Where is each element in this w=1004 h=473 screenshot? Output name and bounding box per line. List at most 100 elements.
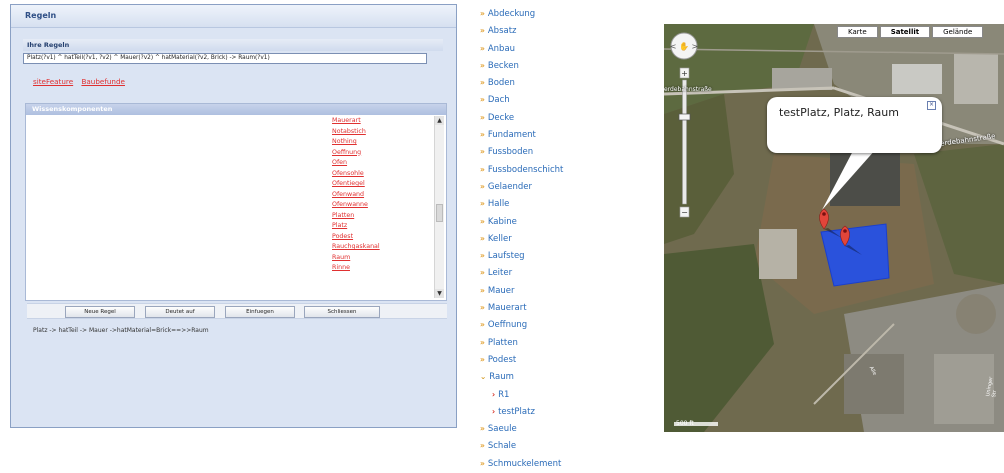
double-chevron-icon: » [480,95,485,105]
tree-item[interactable]: » Saeule [480,420,630,437]
close-button[interactable]: Schliessen [304,306,380,318]
link-row: siteFeature Baubefunde [33,77,443,86]
scroll-thumb[interactable] [436,204,443,222]
rules-label: Ihre Regeln [23,39,443,51]
list-item[interactable]: Mauerart [332,116,428,127]
tree-item[interactable]: » Podest [480,351,630,368]
tree-item[interactable]: » Becken [480,57,630,74]
tree-item-label: Schmuckelement [487,458,562,469]
tree-item[interactable]: » Fussbodenschicht [480,161,630,178]
info-window-text: testPlatz, Platz, Raum [779,106,899,119]
knowledge-components-box: Wissenskomponenten Mauerart Notabstich N… [25,103,447,301]
list-item[interactable]: Ofentiegel [332,179,428,190]
info-close-icon[interactable]: × [927,101,936,110]
double-chevron-icon: » [480,320,485,330]
tree-item-label: Mauer [487,285,515,296]
list-item[interactable]: Ofensohle [332,169,428,180]
info-window: testPlatz, Platz, Raum × [767,97,942,153]
list-item[interactable]: Ofen [332,158,428,169]
tree-item-label: Anbau [487,43,516,54]
tree-item-label: Dach [487,95,510,106]
new-rule-button[interactable]: Neue Regel [65,306,135,318]
tree-item-label: Becken [487,60,519,71]
double-chevron-icon: » [480,43,485,53]
list-item[interactable]: Platz [332,221,428,232]
tree-item-label: Raum [489,372,514,383]
double-chevron-icon: » [480,199,485,209]
pan-control-icon[interactable]: < ✋ > [670,32,698,60]
rule-input[interactable]: Platz(?v1) ^ hatTeil(?v1, ?v2) ^ Mauer(?… [23,53,427,64]
tree-item[interactable]: » Anbau [480,40,630,57]
list-item[interactable]: Platten [332,211,428,222]
tree-item[interactable]: » Schmuckelement [480,455,630,472]
double-chevron-icon: » [480,268,485,278]
tree-item[interactable]: » Absatz [480,22,630,39]
tree-item[interactable]: » Leiter [480,264,630,281]
tree-item[interactable]: » Gelaender [480,178,630,195]
tree-item[interactable]: » Keller [480,230,630,247]
zoom-out-icon: − [681,208,688,217]
list-item[interactable]: Rauchgaskanal [332,242,428,253]
double-chevron-icon: » [480,130,485,140]
scale-label: 500 ft [676,420,694,427]
map-type-gelaende-button[interactable]: Gelände [932,26,984,38]
tree-item[interactable]: » Boden [480,74,630,91]
tree-child-item[interactable]: › R1 [480,386,630,403]
double-chevron-icon: » [480,112,485,122]
list-item[interactable]: Notabstich [332,127,428,138]
tree-item-label: Gelaender [487,181,532,192]
double-chevron-icon: » [480,303,485,313]
baubefunde-link[interactable]: Baubefunde [81,77,125,86]
list-scrollbar[interactable]: ▲ ▼ [434,116,444,298]
map-type-karte-button[interactable]: Karte [837,26,878,38]
tree-item[interactable]: » Schale [480,437,630,454]
map-type-switcher: Karte Satellit Gelände [835,26,984,38]
scroll-up-icon[interactable]: ▲ [435,116,444,125]
map-type-satellit-button[interactable]: Satellit [879,26,931,38]
list-item[interactable]: Nothing [332,137,428,148]
tree-item[interactable]: » Mauerart [480,299,630,316]
tree-item-label: Absatz [487,26,517,37]
list-item[interactable]: Podest [332,232,428,243]
tree-item[interactable]: » Laufsteg [480,247,630,264]
tree-item[interactable]: » Kabine [480,213,630,230]
tree-item[interactable]: » Halle [480,195,630,212]
double-chevron-icon: » [480,337,485,347]
insert-button[interactable]: Einfuegen [225,306,295,318]
list-item[interactable]: Ofenwand [332,190,428,201]
points-to-button[interactable]: Deutet auf [145,306,215,318]
leaf-arrow-icon: › [492,389,496,399]
list-item[interactable]: Rinne [332,263,428,274]
tree-item-label: Halle [487,199,510,210]
tree-item-label: Mauerart [487,303,527,314]
rule-result: Platz -> hatTeil -> Mauer ->hatMaterial=… [33,327,209,334]
tree-item[interactable]: » Mauer [480,282,630,299]
sitefeature-link[interactable]: siteFeature [33,77,73,86]
tree-item-label: Decke [487,112,515,123]
tree-item-label: Oeffnung [487,320,528,331]
tree-item[interactable]: » Decke [480,109,630,126]
list-item[interactable]: Ofenwanne [332,200,428,211]
tree-item-label: Keller [487,233,512,244]
scroll-down-icon[interactable]: ▼ [435,289,444,298]
double-chevron-icon: » [480,9,485,18]
tree-item[interactable]: » Dach [480,91,630,108]
tree-item[interactable]: » Abdeckung [480,5,630,22]
tree-item[interactable]: » Fussboden [480,143,630,160]
area-polygon[interactable] [820,223,890,287]
tree-item-label: Fussbodenschicht [487,164,564,175]
double-chevron-icon: » [480,458,485,468]
tree-item[interactable]: » Platten [480,334,630,351]
tree-item[interactable]: ⌄ Raum [480,368,630,385]
tree-item[interactable]: » Oeffnung [480,316,630,333]
double-chevron-icon: » [480,441,485,451]
list-item[interactable]: Raum [332,253,428,264]
double-chevron-icon: » [480,216,485,226]
map-view[interactable]: < ✋ > + − Karte Satellit Gelände erdebah… [664,24,1004,432]
tree-item-label: Leiter [487,268,513,279]
list-item[interactable]: Oeffnung [332,148,428,159]
tree-child-item[interactable]: › testPlatz [480,403,630,420]
tree-item-label: Schale [487,441,517,452]
tree-item[interactable]: » Fundament [480,126,630,143]
double-chevron-icon: » [480,147,485,157]
